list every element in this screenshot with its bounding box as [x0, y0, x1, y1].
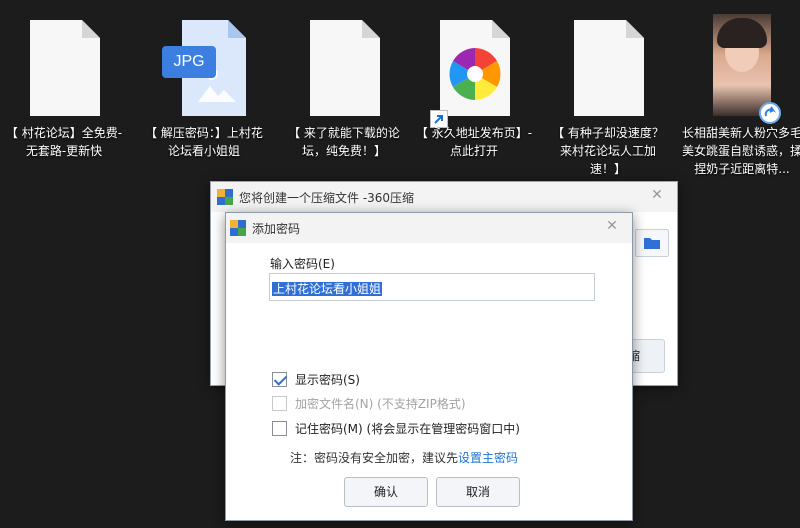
encrypt-filenames-option: 加密文件名(N) (不支持ZIP格式): [272, 395, 466, 412]
password-label: 输入密码(E): [270, 257, 335, 271]
ok-button[interactable]: 确认: [344, 477, 428, 507]
folder-icon: [644, 238, 660, 249]
show-password-option[interactable]: 显示密码(S): [272, 371, 360, 388]
note-text: 注：密码没有安全加密，建议先: [290, 451, 459, 465]
desktop-icon-label: 长相甜美新人粉穴多毛美女跳蛋自慰诱惑，揉捏奶子近距离特...: [682, 126, 800, 176]
dialog-title: 添加密码: [252, 221, 301, 236]
desktop-icon-label: 【 永久地址发布页】-点此打开: [415, 126, 533, 158]
close-icon[interactable]: ✕: [647, 185, 667, 205]
show-password-label: 显示密码(S): [295, 373, 360, 387]
desktop-icon-5[interactable]: 【 有种子却没速度？来村花论坛人工加速！】: [544, 8, 672, 180]
add-password-dialog: 添加密码 ✕ 输入密码(E) 上村花论坛看小姐姐 显示密码(S) 加密文件名(N…: [225, 212, 633, 521]
jpg-image-icon: JPG: [162, 16, 246, 120]
show-password-checkbox[interactable]: [272, 372, 287, 387]
remember-password-option[interactable]: 记住密码(M) (将会显示在管理密码窗口中): [272, 420, 520, 437]
desktop-icon-label: 【 解压密码：】上村花论坛看小姐姐: [145, 126, 263, 158]
desktop-icon-1[interactable]: 【 村花论坛】全免费-无套路-更新快: [0, 8, 128, 180]
360-zip-logo-icon: [230, 220, 246, 236]
remember-password-label: 记住密码(M) (将会显示在管理密码窗口中): [295, 422, 520, 436]
desktop-icon-4[interactable]: 【 永久地址发布页】-点此打开: [410, 8, 538, 180]
desktop-icon-label: 【 有种子却没速度？来村花论坛人工加速！】: [552, 126, 664, 176]
desktop-icon-6[interactable]: 长相甜美新人粉穴多毛美女跳蛋自慰诱惑，揉捏奶子近距离特...: [678, 8, 800, 180]
desktop-icon-2[interactable]: JPG 【 解压密码：】上村花论坛看小姐姐: [140, 8, 268, 180]
shortcut-arrow-icon: [759, 102, 781, 124]
360-zip-logo-icon: [217, 189, 233, 205]
document-icon: [24, 16, 104, 120]
document-icon: [304, 16, 384, 120]
window-titlebar: 您将创建一个压缩文件 -360压缩: [211, 182, 677, 212]
dialog-titlebar: 添加密码: [226, 213, 632, 243]
security-note: 注：密码没有安全加密，建议先设置主密码: [290, 449, 518, 466]
desktop-icon-label: 【 村花论坛】全免费-无套路-更新快: [5, 126, 123, 158]
encrypt-filenames-checkbox: [272, 396, 287, 411]
window-title: 您将创建一个压缩文件 -360压缩: [239, 190, 415, 205]
desktop-icon-label: 【 来了就能下载的论坛，纯免费！】: [288, 126, 400, 158]
document-icon: [568, 16, 648, 120]
browse-folder-button[interactable]: [635, 229, 669, 257]
remember-password-checkbox[interactable]: [272, 421, 287, 436]
close-icon[interactable]: ✕: [602, 216, 622, 236]
set-master-password-link[interactable]: 设置主密码: [458, 451, 518, 465]
browser-shortcut-icon: [430, 16, 514, 128]
desktop-icon-3[interactable]: 【 来了就能下载的论坛，纯免费！】: [280, 8, 408, 180]
video-thumbnail-icon: [713, 14, 781, 124]
jpg-badge: JPG: [173, 53, 205, 70]
password-value: 上村花论坛看小姐姐: [272, 282, 383, 296]
cancel-button[interactable]: 取消: [436, 477, 520, 507]
password-input[interactable]: 上村花论坛看小姐姐: [269, 273, 595, 301]
encrypt-filenames-label: 加密文件名(N) (不支持ZIP格式): [295, 397, 466, 411]
